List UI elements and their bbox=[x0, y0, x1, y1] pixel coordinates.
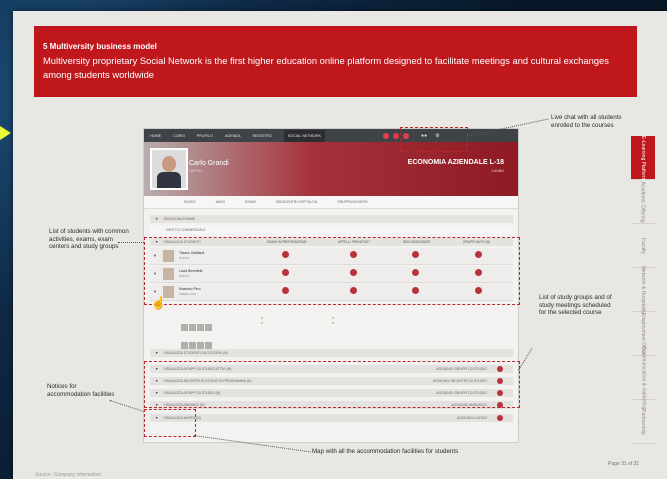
side-tab[interactable]: E-Learning Platform bbox=[631, 135, 655, 180]
legend-block: ✔ ✔ bbox=[332, 316, 334, 325]
action-icon[interactable] bbox=[205, 324, 212, 331]
pointer-arrow-icon bbox=[0, 126, 11, 140]
tab-groups[interactable]: GRUPPI/INCONTRI bbox=[337, 200, 367, 204]
sub-nav: DIARIO AMICI ESAMI SEDI/CENTRI OSPITALIT… bbox=[144, 196, 518, 209]
nav-courses[interactable]: CORSI bbox=[173, 134, 185, 138]
nav-register[interactable]: REGISTRO bbox=[253, 134, 272, 138]
chevron-down-icon: ▼ bbox=[155, 217, 159, 221]
side-tab-label: Faculty bbox=[640, 237, 646, 254]
section-title: 5 Multiversity business model bbox=[43, 42, 157, 51]
select-exam-bar[interactable]: ▼ SELEZIONA ESAME bbox=[150, 215, 513, 223]
annotation-live-chat: Live chat with all students enrolled to … bbox=[551, 114, 622, 129]
nav-agenda[interactable]: AGENDA bbox=[225, 134, 241, 138]
course-title: ECONOMIA AZIENDALE L-18 bbox=[407, 159, 504, 166]
side-tab-label: E-Learning Platform bbox=[640, 135, 646, 180]
headline: Multiversity proprietary Social Network … bbox=[43, 55, 609, 80]
tab-diary[interactable]: DIARIO bbox=[184, 200, 196, 204]
highlight-live-chat bbox=[400, 127, 468, 152]
tab-friends[interactable]: AMICI bbox=[216, 200, 225, 204]
user-location: NAPOLI bbox=[189, 169, 202, 173]
pointer-hand-icon: ☝ bbox=[151, 296, 166, 310]
header-banner: 5 Multiversity business model Multiversi… bbox=[34, 26, 637, 97]
annotation-map: Map with all the accommodation facilitie… bbox=[312, 448, 459, 455]
exam-value-field[interactable]: DIRITTO COMMERCIALE bbox=[150, 226, 513, 234]
side-tab[interactable]: Faculty bbox=[631, 224, 655, 268]
legend-block: ✔ ✔ bbox=[261, 316, 263, 325]
add-icon[interactable] bbox=[497, 415, 503, 421]
highlight-study-groups bbox=[144, 361, 520, 408]
chat-bubble-icon[interactable] bbox=[383, 132, 390, 139]
section-bar-label: VISUALIZZA STUDENTI SUCCESSIVI (N) bbox=[163, 351, 228, 355]
side-tab[interactable]: Academic Offering bbox=[631, 180, 655, 224]
action-icon[interactable] bbox=[205, 342, 212, 349]
annotation-students-list: List of students with common activities,… bbox=[49, 228, 129, 251]
tab-hospitality[interactable]: SEDI/CENTRI OSPITALITA bbox=[276, 200, 318, 204]
action-icon[interactable] bbox=[181, 342, 188, 349]
annotation-study-groups: List of study groups and of study meetin… bbox=[539, 294, 612, 317]
action-icon[interactable] bbox=[197, 324, 204, 331]
check-icon: ✔ bbox=[332, 320, 335, 325]
side-tab-label: Communication & marketing bbox=[640, 346, 646, 409]
check-icon: ✔ bbox=[332, 316, 335, 320]
action-icon[interactable] bbox=[189, 324, 196, 331]
side-tab-label: Academic Offering bbox=[640, 180, 647, 223]
side-tab-label: Partnership bbox=[640, 408, 647, 435]
check-icon: ✔ bbox=[261, 316, 264, 320]
nav-home[interactable]: HOME bbox=[150, 134, 161, 138]
tab-exams[interactable]: ESAMI bbox=[245, 200, 256, 204]
select-exam-label: SELEZIONA ESAME bbox=[163, 217, 196, 221]
chat-bubble-icon[interactable] bbox=[393, 132, 400, 139]
section-bar[interactable]: ▼ VISUALIZZA STUDENTI SUCCESSIVI (N) bbox=[150, 349, 513, 357]
add-action-label[interactable]: AGGIUNGI LUOGO bbox=[457, 416, 487, 420]
nav-profile[interactable]: PROFILO bbox=[197, 134, 213, 138]
check-icon: ✔ bbox=[261, 320, 264, 325]
avatar[interactable] bbox=[150, 148, 188, 190]
action-icon[interactable] bbox=[189, 342, 196, 349]
connector-line bbox=[118, 242, 144, 243]
section-bar[interactable]: ▼ VISUALIZZA MAPPA (N) AGGIUNGI LUOGO bbox=[150, 414, 513, 422]
page-number: Page 31 of 31 bbox=[608, 461, 640, 467]
side-tabs: E-Learning Platform Academic Offering Facu… bbox=[631, 135, 655, 444]
side-tab[interactable]: Network & Hospitality bbox=[631, 265, 655, 314]
user-name: Carlo Grandi bbox=[189, 160, 229, 167]
annotation-notices: Notices for accommodation facilities bbox=[47, 383, 115, 398]
highlight-students bbox=[144, 237, 520, 305]
nav-social-network[interactable]: SOCIAL NETWORK bbox=[283, 129, 326, 142]
action-icon[interactable] bbox=[197, 342, 204, 349]
side-tab-label: Network & Hospitality bbox=[640, 265, 647, 314]
course-year: 1 ANNO bbox=[491, 169, 504, 173]
chevron-down-icon: ▼ bbox=[155, 351, 159, 355]
source-label: Source: Company information bbox=[35, 472, 102, 478]
action-icon[interactable] bbox=[181, 324, 188, 331]
highlight-notices bbox=[144, 409, 196, 437]
side-tab[interactable]: Communication & marketing bbox=[631, 346, 655, 409]
exam-value: DIRITTO COMMERCIALE bbox=[166, 228, 206, 232]
